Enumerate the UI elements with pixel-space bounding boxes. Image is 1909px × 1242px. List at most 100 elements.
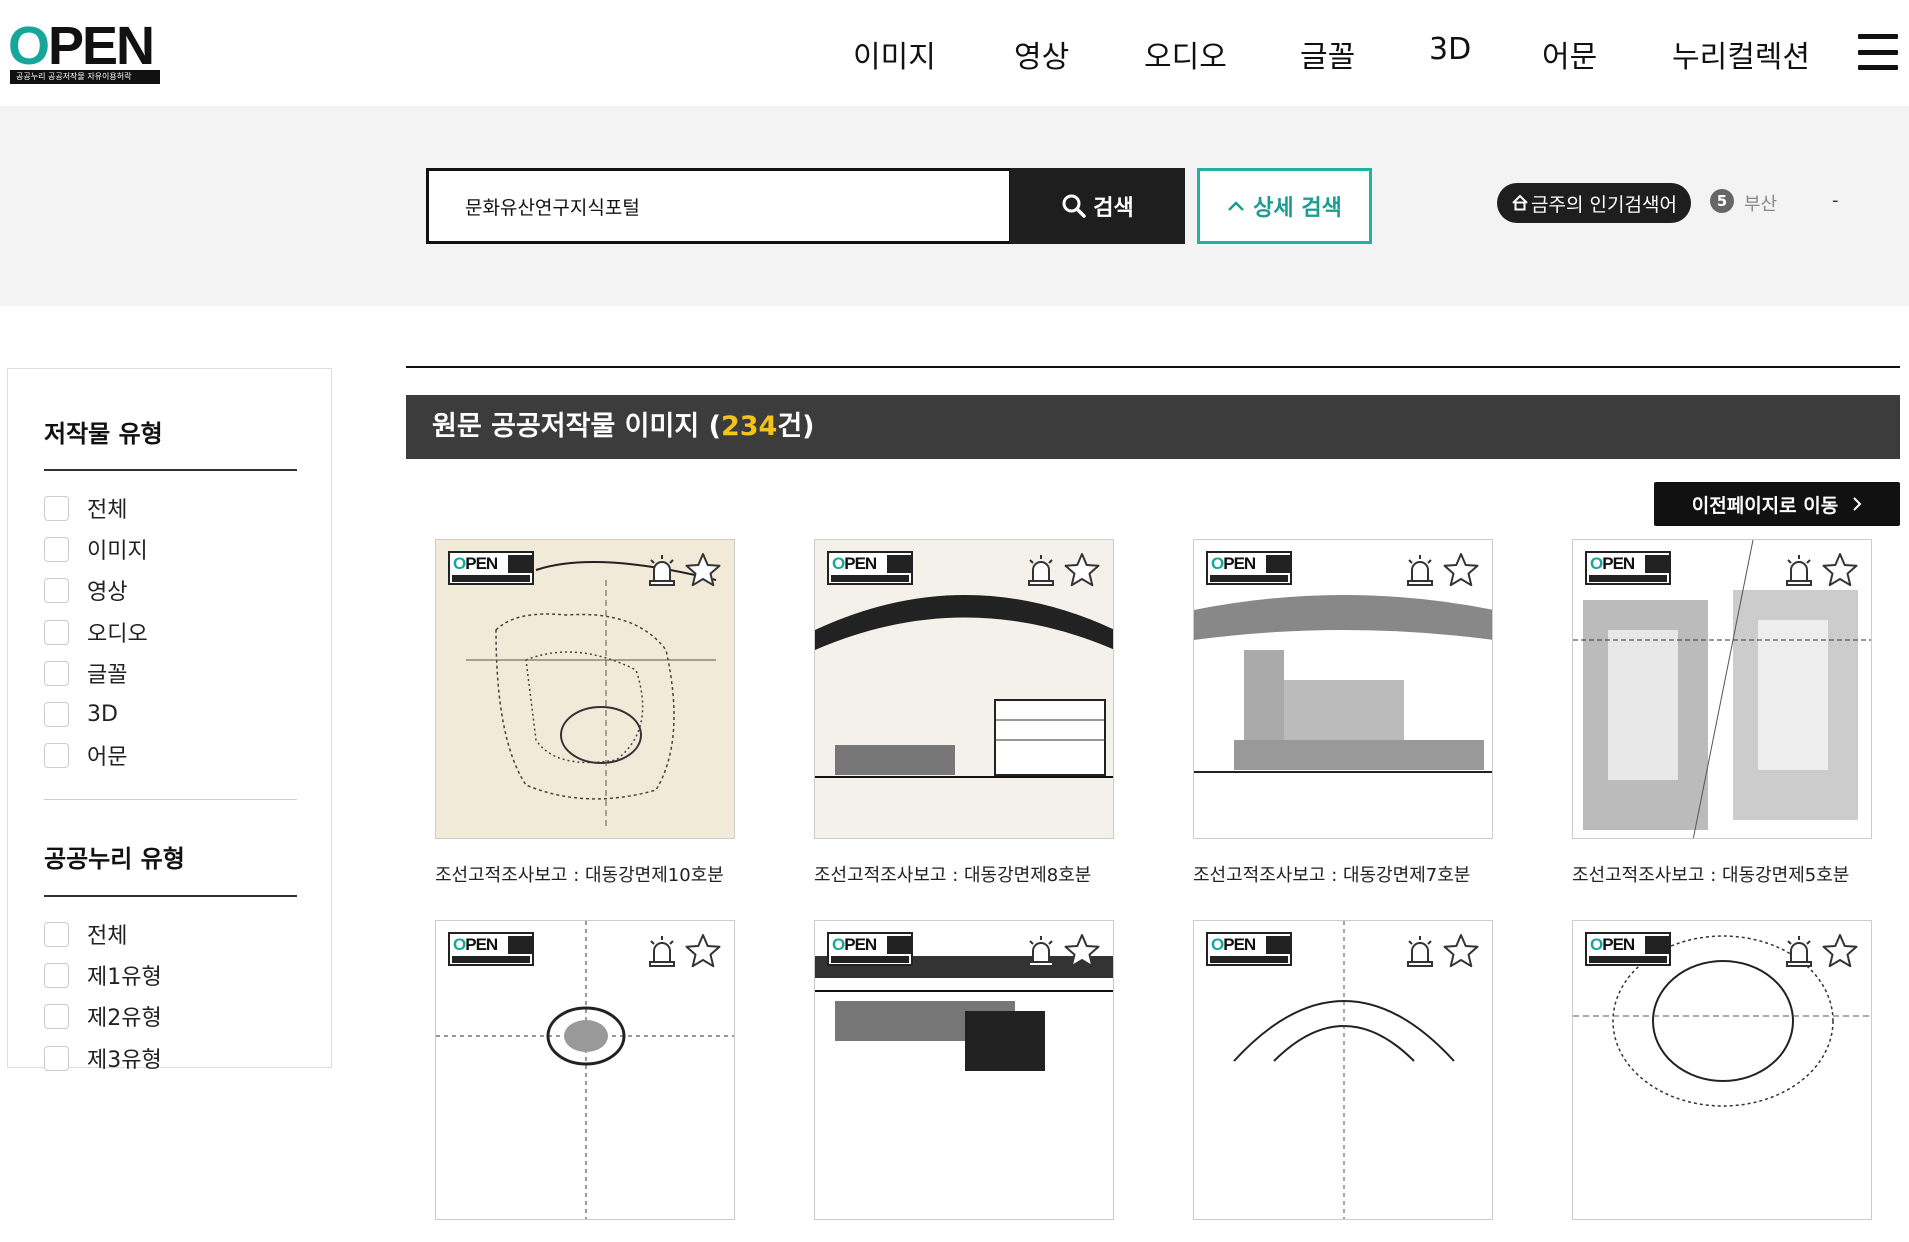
- favorite-star-icon[interactable]: [1821, 932, 1859, 970]
- result-card[interactable]: OPEN 조선고적조사보고 : 대동강면제8호분: [814, 539, 1114, 887]
- menu-icon[interactable]: [1858, 34, 1898, 70]
- checkbox[interactable]: [44, 1003, 69, 1029]
- report-siren-icon[interactable]: [1783, 553, 1815, 587]
- result-thumbnail[interactable]: OPEN: [1572, 920, 1872, 1220]
- result-card[interactable]: OPEN: [1193, 920, 1493, 1242]
- nav-literature[interactable]: 어문: [1542, 32, 1597, 76]
- checkbox[interactable]: [44, 577, 69, 603]
- open-license-badge: OPEN: [827, 551, 913, 585]
- favorite-star-icon[interactable]: [684, 551, 722, 589]
- open-license-badge: OPEN: [827, 932, 913, 966]
- divider: [44, 469, 297, 471]
- result-card[interactable]: OPEN 조선고적조사보고 : 대동강면제7호분: [1193, 539, 1493, 887]
- popular-rank-number: 5: [1710, 189, 1734, 213]
- search-button-label: 검색: [1093, 196, 1134, 221]
- filter-nuri-type2[interactable]: 제2유형: [44, 1002, 162, 1031]
- favorite-star-icon[interactable]: [1063, 932, 1101, 970]
- favorite-star-icon[interactable]: [684, 932, 722, 970]
- detail-search-button[interactable]: 상세 검색: [1197, 168, 1372, 244]
- divider: [44, 895, 297, 897]
- home-icon: [1512, 194, 1528, 211]
- checkbox[interactable]: [44, 660, 69, 686]
- nav-audio[interactable]: 오디오: [1144, 32, 1227, 76]
- result-card[interactable]: OPEN: [435, 920, 735, 1242]
- checkbox[interactable]: [44, 1045, 69, 1071]
- nav-image[interactable]: 이미지: [853, 32, 936, 76]
- filter-nuri-type3[interactable]: 제3유형: [44, 1044, 162, 1073]
- report-siren-icon[interactable]: [646, 934, 678, 968]
- open-logo[interactable]: OPEN 공공누리 공공저작물 자유이용허락: [8, 18, 160, 84]
- filter-type-font[interactable]: 글꼴: [44, 659, 127, 688]
- favorite-star-icon[interactable]: [1821, 551, 1859, 589]
- report-siren-icon[interactable]: [1783, 934, 1815, 968]
- results-heading: 원문 공공저작물 이미지 (234건): [406, 395, 1900, 459]
- popular-keywords-badge: 금주의 인기검색어: [1497, 183, 1691, 223]
- nuri-type-title: 공공누리 유형: [44, 845, 185, 873]
- report-siren-icon[interactable]: [1404, 553, 1436, 587]
- nav-font[interactable]: 글꼴: [1300, 32, 1355, 76]
- result-thumbnail[interactable]: OPEN: [435, 920, 735, 1220]
- favorite-star-icon[interactable]: [1442, 551, 1480, 589]
- logo-wordmark: OPEN: [8, 16, 155, 76]
- result-card[interactable]: OPEN: [814, 920, 1114, 1242]
- result-card[interactable]: OPEN 조선고적조사보고 : 대동강면제10호분: [435, 539, 735, 887]
- open-license-badge: OPEN: [1206, 551, 1292, 585]
- favorite-star-icon[interactable]: [1442, 932, 1480, 970]
- divider: [44, 799, 297, 800]
- filter-type-3d[interactable]: 3D: [44, 700, 118, 728]
- nav-3d[interactable]: 3D: [1429, 32, 1471, 67]
- result-thumbnail[interactable]: OPEN: [435, 539, 735, 839]
- checkbox[interactable]: [44, 701, 69, 727]
- report-siren-icon[interactable]: [1025, 553, 1057, 587]
- filter-type-literature[interactable]: 어문: [44, 741, 127, 770]
- filter-type-video[interactable]: 영상: [44, 576, 127, 605]
- prev-page-button[interactable]: 이전페이지로 이동: [1654, 482, 1900, 526]
- result-thumbnail[interactable]: OPEN: [814, 920, 1114, 1220]
- result-card[interactable]: OPEN: [1572, 920, 1872, 1242]
- result-title[interactable]: 조선고적조사보고 : 대동강면제7호분: [1193, 861, 1493, 887]
- checkbox[interactable]: [44, 921, 69, 947]
- chevron-up-icon: [1228, 201, 1245, 211]
- popular-keyword-link[interactable]: 부산: [1744, 190, 1777, 216]
- checkbox[interactable]: [44, 962, 69, 988]
- filter-sidebar: 저작물 유형 전체 이미지 영상 오디오 글꼴 3D 어문 공공누리 유형 전체…: [7, 368, 332, 1073]
- results-count: 234: [720, 411, 778, 442]
- report-siren-icon[interactable]: [646, 553, 678, 587]
- result-title[interactable]: 조선고적조사보고 : 대동강면제5호분: [1572, 861, 1872, 887]
- report-siren-icon[interactable]: [1025, 934, 1057, 968]
- search-input[interactable]: [426, 168, 1012, 244]
- search-icon: [1062, 194, 1086, 218]
- content-divider: [406, 366, 1900, 368]
- checkbox[interactable]: [44, 742, 69, 768]
- checkbox[interactable]: [44, 619, 69, 645]
- open-license-badge: OPEN: [1585, 551, 1671, 585]
- work-type-title: 저작물 유형: [44, 420, 163, 448]
- nav-video[interactable]: 영상: [1014, 32, 1069, 76]
- result-thumbnail[interactable]: OPEN: [814, 539, 1114, 839]
- result-card[interactable]: OPEN 조선고적조사보고 : 대동강면제5호분: [1572, 539, 1872, 887]
- filter-nuri-all[interactable]: 전체: [44, 920, 127, 949]
- result-title[interactable]: 조선고적조사보고 : 대동강면제10호분: [435, 861, 735, 887]
- filter-type-audio[interactable]: 오디오: [44, 618, 148, 647]
- detail-search-label: 상세 검색: [1253, 196, 1342, 221]
- open-license-badge: OPEN: [1206, 932, 1292, 966]
- filter-nuri-type1[interactable]: 제1유형: [44, 961, 162, 990]
- logo-tagline: 공공누리 공공저작물 자유이용허락: [10, 70, 160, 84]
- report-siren-icon[interactable]: [1404, 934, 1436, 968]
- popular-rank-change: -: [1832, 190, 1839, 211]
- checkbox[interactable]: [44, 495, 69, 521]
- open-license-badge: OPEN: [448, 551, 534, 585]
- search-button[interactable]: 검색: [1010, 168, 1185, 244]
- result-thumbnail[interactable]: OPEN: [1572, 539, 1872, 839]
- nav-nuri-collection[interactable]: 누리컬렉션: [1672, 32, 1810, 76]
- result-thumbnail[interactable]: OPEN: [1193, 539, 1493, 839]
- filter-type-all[interactable]: 전체: [44, 494, 127, 523]
- top-header: OPEN 공공누리 공공저작물 자유이용허락 이미지 영상 오디오 글꼴 3D …: [0, 0, 1909, 106]
- result-title[interactable]: 조선고적조사보고 : 대동강면제8호분: [814, 861, 1114, 887]
- chevron-right-icon: [1853, 497, 1862, 511]
- open-license-badge: OPEN: [1585, 932, 1671, 966]
- favorite-star-icon[interactable]: [1063, 551, 1101, 589]
- checkbox[interactable]: [44, 536, 69, 562]
- result-thumbnail[interactable]: OPEN: [1193, 920, 1493, 1220]
- filter-type-image[interactable]: 이미지: [44, 535, 148, 564]
